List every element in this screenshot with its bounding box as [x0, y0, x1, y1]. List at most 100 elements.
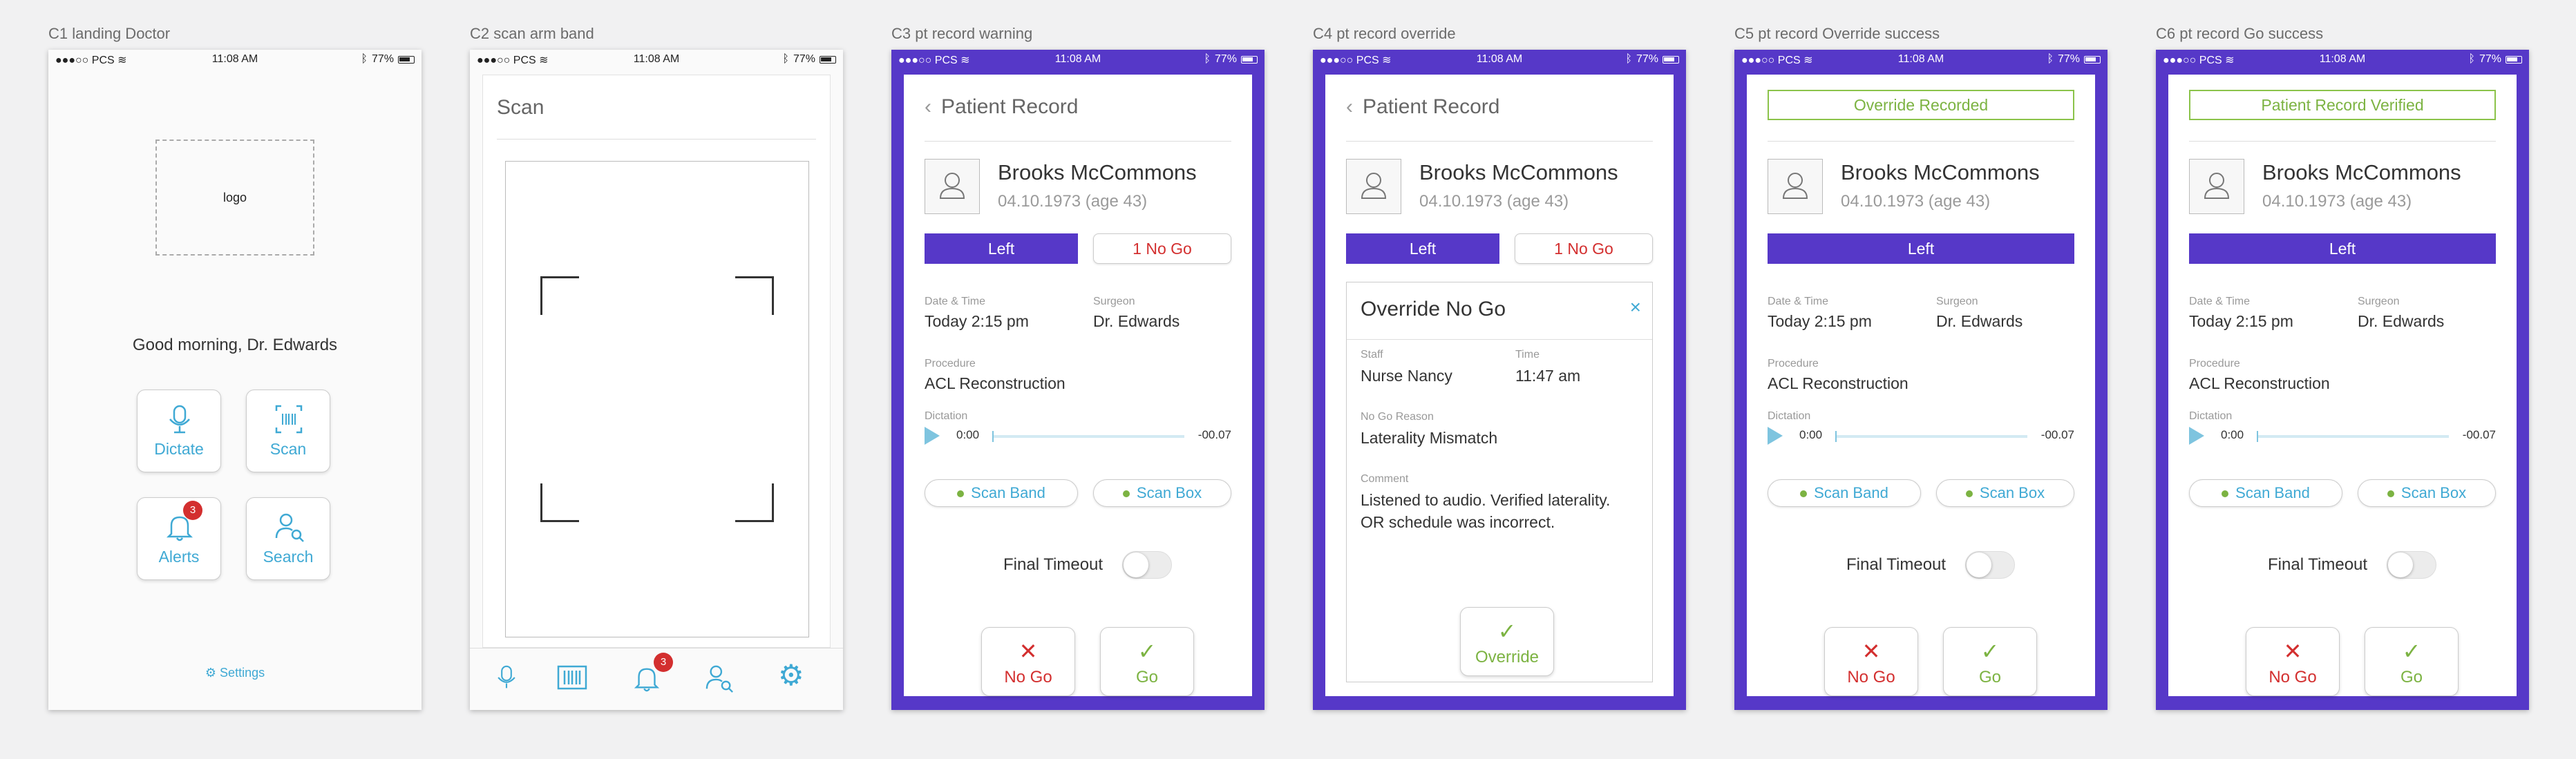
search-tile[interactable]: Search [246, 497, 330, 580]
override-label: Override [1475, 648, 1540, 666]
status-bar: ●●●○○ PCS ≋ 11:08 AM ᛒ 77% [470, 50, 843, 69]
surgeon-value: Dr. Edwards [2358, 312, 2445, 330]
status-right: ᛒ 77% [1204, 53, 1258, 66]
check-icon: ✓ [1980, 639, 2000, 664]
staff-value: Nurse Nancy [1361, 367, 1452, 385]
bluetooth-icon: ᛒ [2468, 53, 2475, 65]
alerts-tile[interactable]: Alerts 3 [137, 497, 221, 580]
microphone-icon[interactable] [495, 664, 518, 691]
close-icon[interactable]: × [1630, 296, 1641, 318]
page-title: ‹ Patient Record [925, 95, 1079, 118]
scan-tile[interactable]: Scan [246, 390, 330, 472]
phone-c3-record-warning: ●●●○○ PCS ≋ 11:08 AM ᛒ 77% ‹ Patient Recor… [891, 50, 1265, 710]
board-c2: C2 scan arm band ●●●○○ PCS ≋ 11:08 AM ᛒ7… [470, 0, 843, 759]
x-icon: ✕ [1862, 639, 1881, 664]
divider [1768, 141, 2074, 142]
person-search-icon[interactable] [705, 664, 735, 693]
go-label: Go [1978, 668, 2001, 686]
scan-band-button[interactable]: Scan Band [925, 479, 1078, 507]
final-timeout-toggle[interactable] [1122, 551, 1172, 579]
check-icon: ✓ [1137, 639, 1157, 664]
scan-box-button[interactable]: Scan Box [1936, 479, 2074, 507]
nogo-count-button[interactable]: 1 No Go [1515, 233, 1653, 264]
go-button[interactable]: ✓ Go [2365, 627, 2459, 696]
override-card: Override No Go × Staff Nurse Nancy Time … [1346, 282, 1653, 682]
record-panel: Patient Record Verified Brooks McCommons… [2168, 75, 2517, 696]
scan-band-button[interactable]: Scan Band [1768, 479, 1921, 507]
battery-icon [1241, 55, 1258, 64]
procedure-label: Procedure [925, 358, 976, 369]
scan-title: Scan [497, 96, 544, 119]
status-dot-icon [957, 490, 965, 498]
bluetooth-icon: ᛒ [1204, 53, 1211, 65]
board-c1: C1 landing Doctor ●●●○○ PCS ≋ 11:08 AM ᛒ… [48, 0, 422, 759]
battery-icon [2506, 55, 2522, 64]
dictation-scrubber[interactable] [2257, 431, 2449, 442]
play-icon[interactable] [2189, 427, 2204, 445]
bluetooth-icon: ᛒ [782, 53, 789, 65]
person-icon [939, 173, 965, 199]
datetime-label: Date & Time [925, 296, 986, 307]
go-button[interactable]: ✓ Go [1100, 627, 1194, 696]
battery-icon [820, 55, 836, 64]
final-timeout-label: Final Timeout [1003, 555, 1104, 574]
settings-link[interactable]: ⚙ Settings [48, 666, 422, 680]
final-timeout-label: Final Timeout [1846, 555, 1947, 574]
nogo-count-button[interactable]: 1 No Go [1093, 233, 1231, 264]
back-chevron-icon[interactable]: ‹ [1346, 95, 1353, 118]
tab-bar: 3 ⚙ [470, 648, 843, 710]
status-dot-icon [1122, 490, 1130, 498]
person-icon [1782, 173, 1808, 199]
no-go-button[interactable]: ✕ No Go [1824, 627, 1918, 696]
datetime-label: Date & Time [2189, 296, 2251, 307]
scan-box-button[interactable]: Scan Box [2358, 479, 2496, 507]
laterality-badge: Left [1346, 233, 1499, 264]
alerts-count-badge: 3 [183, 501, 202, 520]
play-icon[interactable] [925, 427, 940, 445]
final-timeout-toggle[interactable] [1965, 551, 2015, 579]
toggle-knob [1124, 553, 1148, 577]
barcode-scan-icon[interactable] [557, 664, 587, 691]
dictation-scrubber[interactable] [1835, 431, 2027, 442]
go-button[interactable]: ✓ Go [1943, 627, 2037, 696]
no-go-button[interactable]: ✕ No Go [981, 627, 1075, 696]
back-chevron-icon[interactable]: ‹ [925, 95, 931, 118]
battery-icon [398, 55, 415, 64]
dictation-remaining: -00.07 [2462, 428, 2496, 441]
dictate-tile[interactable]: Dictate [137, 390, 221, 472]
camera-viewfinder[interactable] [505, 161, 809, 637]
divider [1347, 339, 1652, 340]
x-icon: ✕ [2283, 639, 2302, 664]
dictation-label: Dictation [2189, 410, 2233, 422]
no-go-button[interactable]: ✕ No Go [2246, 627, 2340, 696]
override-title: Override No Go [1361, 298, 1506, 320]
scan-box-button[interactable]: Scan Box [1093, 479, 1231, 507]
bluetooth-icon: ᛒ [2047, 53, 2054, 65]
divider [497, 139, 816, 140]
gear-icon[interactable]: ⚙ [778, 658, 804, 692]
microphone-icon [169, 405, 190, 434]
board-label: C4 pt record override [1313, 25, 1456, 42]
override-button[interactable]: ✓ Override [1460, 607, 1554, 676]
x-icon: ✕ [1019, 639, 1038, 664]
status-bar: ●●●○○ PCS ≋ 11:08 AM ᛒ 77% [48, 50, 422, 69]
status-right: ᛒ 77% [782, 53, 836, 66]
final-timeout-toggle[interactable] [2387, 551, 2436, 579]
record-panel: ‹ Patient Record Brooks McCommons 04.10.1… [904, 75, 1252, 696]
board-c4: C4 pt record override ●●●○○ PCS ≋ 11:08 … [1313, 0, 1686, 759]
procedure-label: Procedure [1768, 358, 1819, 369]
status-dot-icon [1800, 490, 1808, 498]
datetime-value: Today 2:15 pm [1768, 312, 1872, 330]
datetime-value: Today 2:15 pm [925, 312, 1029, 330]
play-icon[interactable] [1768, 427, 1783, 445]
gear-icon: ⚙ [205, 666, 217, 680]
viewfinder-corner-tr [735, 276, 774, 315]
procedure-value: ACL Reconstruction [1768, 374, 1909, 392]
dictation-scrubber[interactable] [992, 431, 1184, 442]
dictation-remaining: -00.07 [2040, 428, 2074, 441]
status-bar: ●●●○○ PCS ≋ 11:08 AM ᛒ 77% [1734, 50, 2108, 69]
scan-band-button[interactable]: Scan Band [2189, 479, 2342, 507]
avatar [925, 159, 980, 214]
board-label: C2 scan arm band [470, 25, 594, 42]
board-label: C5 pt record Override success [1734, 25, 1940, 42]
